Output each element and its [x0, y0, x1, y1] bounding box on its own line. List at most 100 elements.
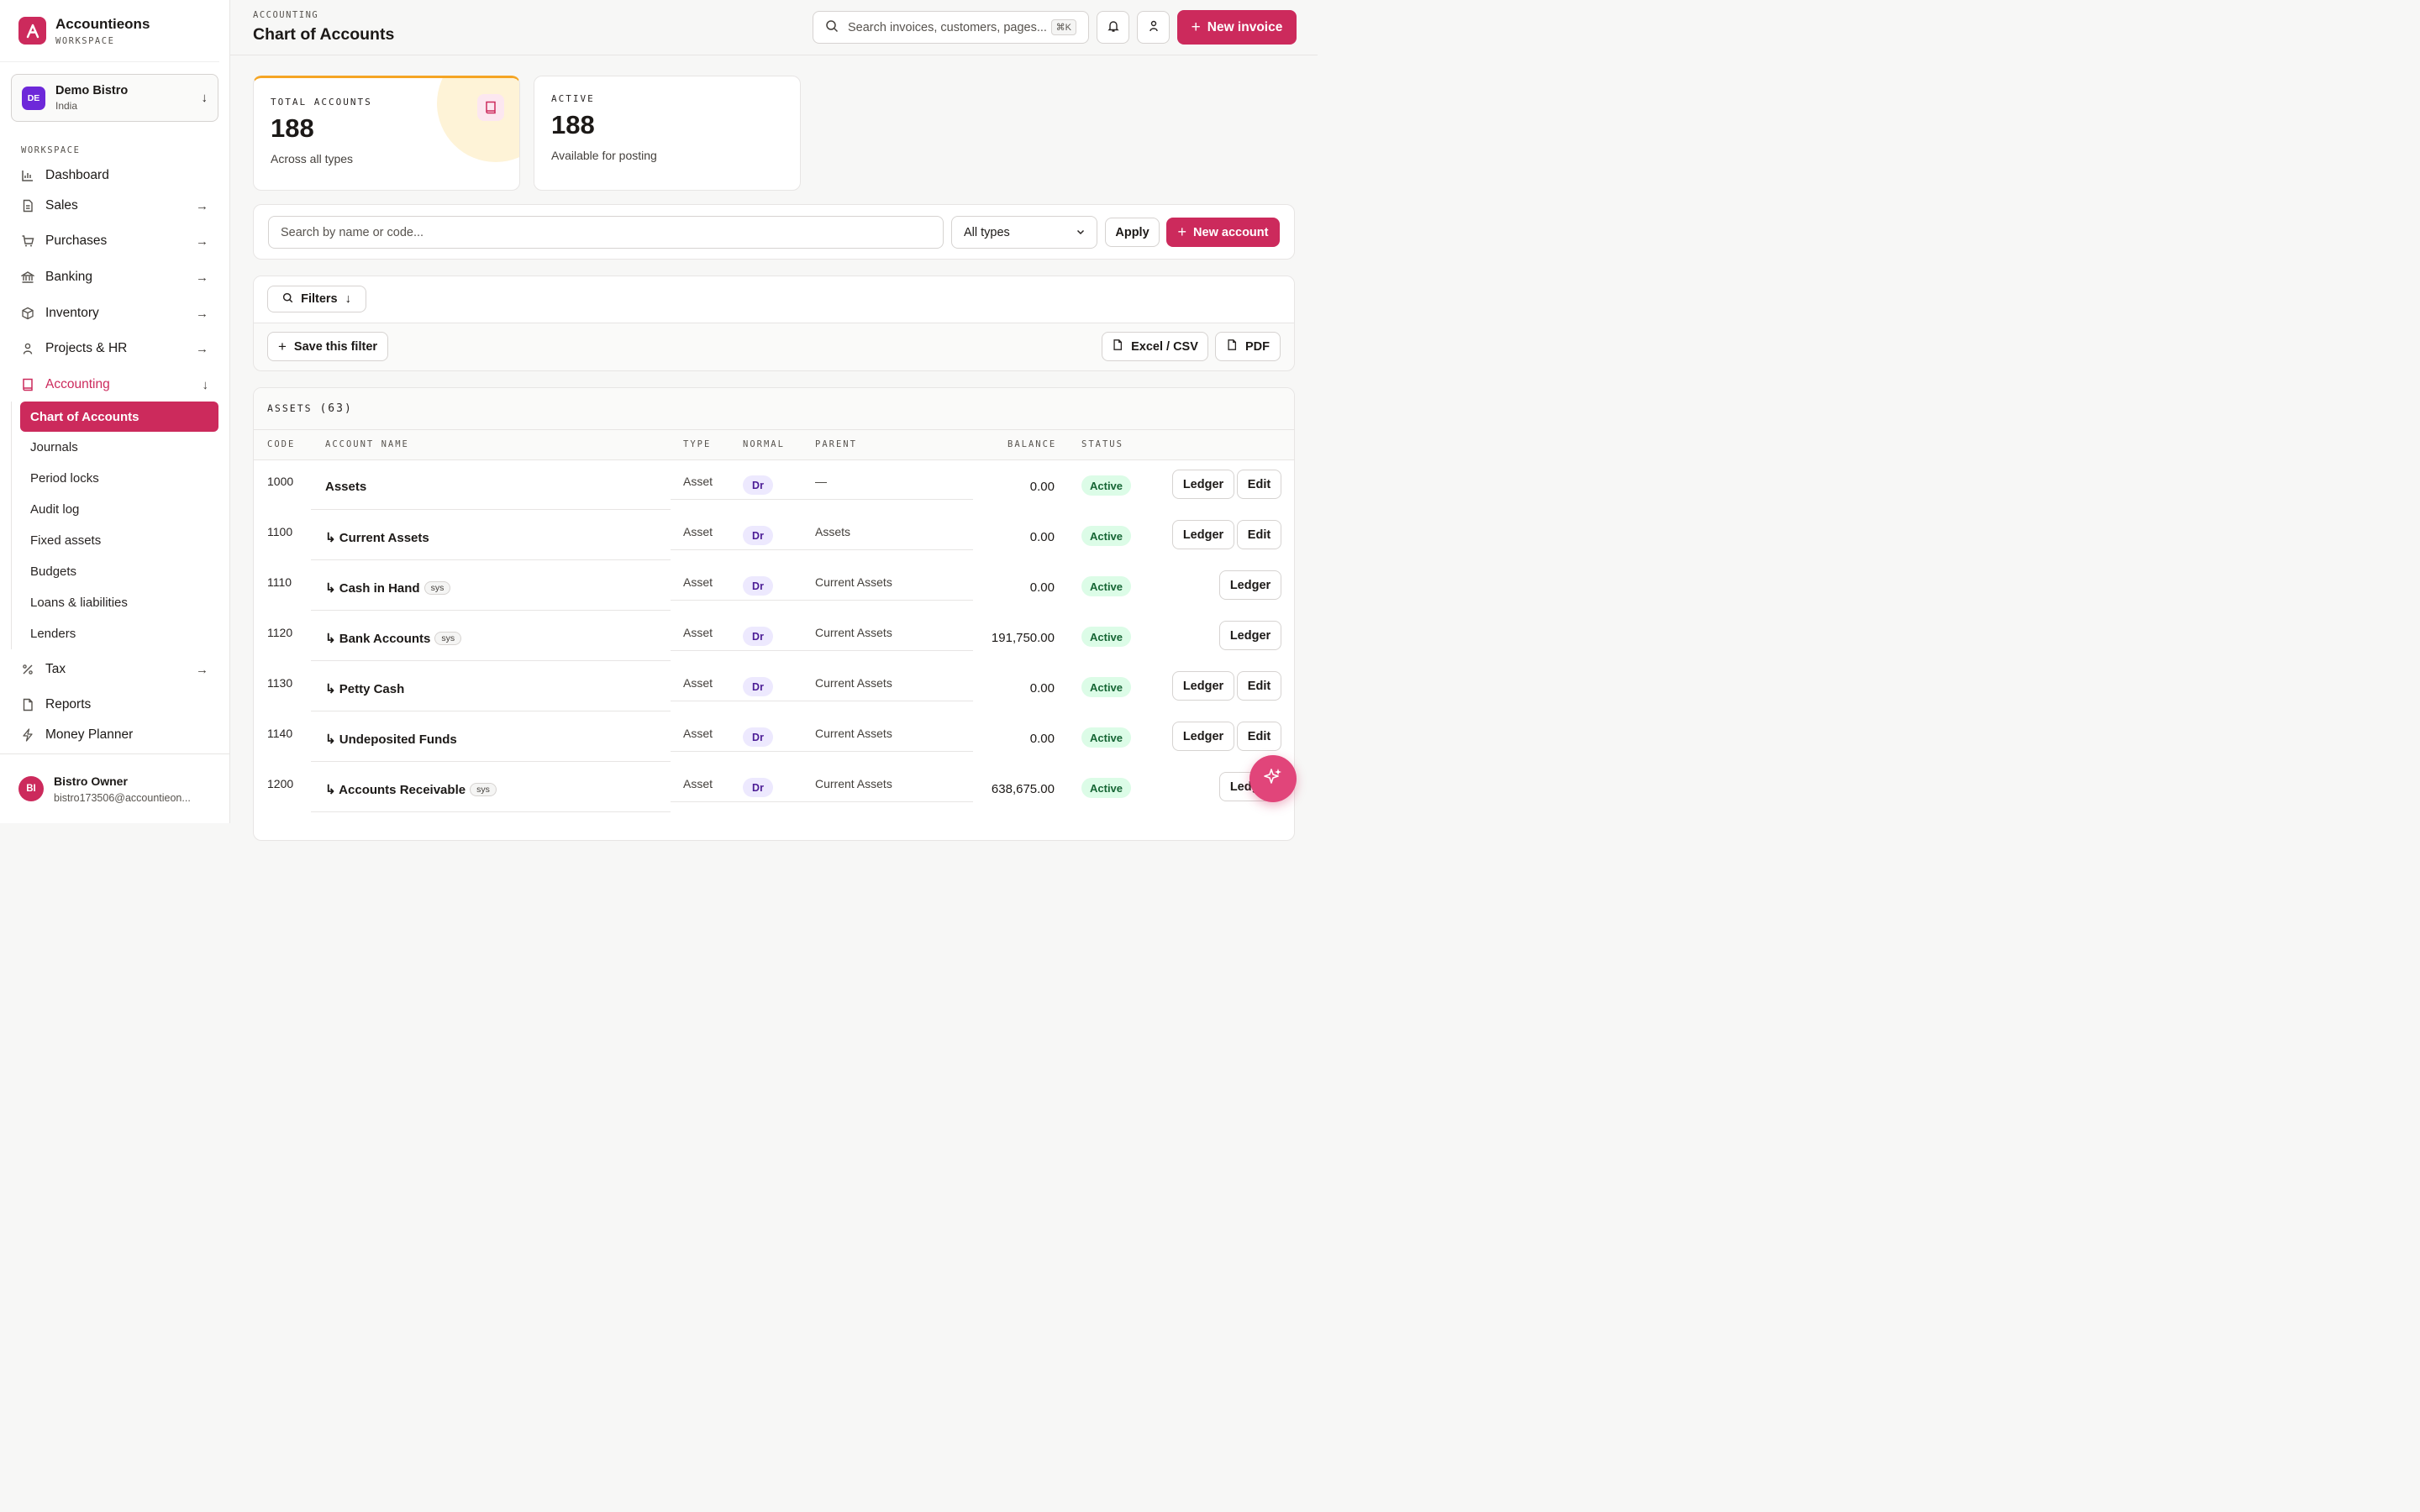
account-type: Asset — [683, 575, 713, 589]
table-row[interactable]: 1200 ↳ Accounts Receivable sys Asset Dr Curre… — [254, 762, 1295, 812]
table-row[interactable]: 1120 ↳ Bank Accounts sys Asset Dr Current Ass… — [254, 611, 1295, 661]
sidebar-item-label: Accounting — [45, 377, 110, 391]
edit-button[interactable]: Edit — [1237, 470, 1281, 499]
parent-account: — — [815, 475, 827, 488]
stat-subtext: Across all types — [271, 152, 354, 165]
sidebar-item-label: Banking — [45, 270, 93, 284]
chevron-down-icon — [1076, 226, 1085, 239]
edit-button[interactable]: Edit — [1237, 520, 1281, 549]
sidebar-item-dashboard[interactable]: Dashboard — [11, 161, 218, 190]
sidebar-item-inventory[interactable]: Inventory → — [11, 299, 218, 328]
submenu-item-budgets[interactable]: Budgets — [12, 556, 218, 587]
status-badge: Active — [1081, 778, 1132, 798]
account-name-text: ↳ Cash in Hand — [325, 581, 420, 596]
parent-account: Current Assets — [815, 727, 892, 740]
filters-header — [254, 276, 1294, 323]
sidebar-item-reports[interactable]: Reports — [11, 690, 218, 719]
submenu-item-period-locks[interactable]: Period locks — [12, 463, 218, 494]
new-invoice-label: New invoice — [1207, 19, 1283, 34]
ledger-button[interactable]: Ledger — [1219, 621, 1281, 650]
sidebar-item-banking[interactable]: Banking → — [11, 263, 218, 291]
submenu-item-audit-log[interactable]: Audit log — [12, 494, 218, 525]
edit-button[interactable]: Edit — [1237, 671, 1281, 701]
sidebar-item-label: Tax — [45, 662, 66, 676]
account-name-text: ↳ Bank Accounts — [325, 632, 431, 646]
ledger-button[interactable]: Ledger — [1172, 671, 1234, 701]
account-name[interactable]: ↳ Cash in Hand sys — [325, 580, 451, 596]
global-search-input[interactable]: Search invoices, customers, pages... ⌘K — [813, 11, 1089, 44]
sidebar-item-sales[interactable]: Sales → — [11, 192, 218, 220]
table-row[interactable]: 1130 ↳ Petty Cash Asset Dr Current Assets 0.0… — [254, 661, 1295, 711]
normal-balance-badge: Dr — [743, 727, 773, 747]
org-switcher[interactable]: DE Demo Bistro India ↓ — [11, 74, 218, 122]
sidebar-item-tax[interactable]: Tax → — [11, 655, 218, 684]
account-button[interactable] — [1137, 11, 1170, 44]
export-pdf-button[interactable]: PDF — [1215, 332, 1281, 361]
new-invoice-button[interactable]: + New invoice — [1177, 10, 1297, 45]
table-header-band — [254, 388, 1294, 460]
group-count: (63) — [319, 402, 353, 415]
breadcrumb[interactable]: ACCOUNTING — [253, 10, 318, 20]
sidebar-item-purchases[interactable]: Purchases → — [11, 227, 218, 255]
column-header-balance[interactable]: BALANCE — [1007, 439, 1056, 449]
new-account-label: New account — [1193, 225, 1269, 239]
edit-button[interactable]: Edit — [1237, 722, 1281, 751]
column-header-parent[interactable]: PARENT — [815, 439, 857, 449]
system-badge: sys — [470, 783, 497, 796]
submenu-item-loans-liabilities[interactable]: Loans & liabilities — [12, 587, 218, 618]
account-code: 1100 — [267, 525, 293, 538]
filters-button[interactable]: Filters ↓ — [267, 286, 366, 312]
column-header-account-name[interactable]: ACCOUNT NAME — [325, 439, 409, 449]
submenu-item-journals[interactable]: Journals — [12, 432, 218, 463]
column-header-normal[interactable]: NORMAL — [743, 439, 785, 449]
account-name[interactable]: ↳ Undeposited Funds — [325, 732, 457, 747]
account-name-text: ↳ Petty Cash — [325, 682, 405, 696]
ai-assistant-button[interactable] — [1249, 755, 1297, 802]
group-name: ASSETS — [267, 402, 313, 414]
table-row[interactable]: 1140 ↳ Undeposited Funds Asset Dr Current As… — [254, 711, 1295, 762]
plus-icon: + — [1177, 223, 1187, 240]
sidebar-item-projects-hr[interactable]: Projects & HR → — [11, 334, 218, 363]
sidebar-item-accounting[interactable]: Accounting ↓ — [11, 370, 218, 399]
ledger-button[interactable]: Ledger — [1172, 470, 1234, 499]
normal-balance-badge: Dr — [743, 778, 773, 797]
account-name[interactable]: Assets — [325, 480, 366, 494]
account-name[interactable]: ↳ Accounts Receivable sys — [325, 782, 497, 797]
file-icon — [1226, 339, 1238, 354]
ledger-button[interactable]: Ledger — [1172, 722, 1234, 751]
sidebar-item-money-planner[interactable]: Money Planner — [11, 721, 218, 749]
bank-icon — [21, 270, 34, 284]
column-header-type[interactable]: TYPE — [683, 439, 711, 449]
brand[interactable]: Accountieons WORKSPACE — [0, 0, 219, 62]
status-badge: Active — [1081, 727, 1132, 748]
account-search-input[interactable]: Search by name or code... — [268, 216, 944, 249]
submenu-item-chart-of-accounts[interactable]: Chart of Accounts — [20, 402, 218, 432]
type-select[interactable]: All types — [951, 216, 1097, 249]
table-row[interactable]: 1000 Assets Asset Dr — 0.00 Active Ledger Edit — [254, 459, 1295, 510]
account-name[interactable]: ↳ Current Assets — [325, 530, 429, 545]
column-header-code[interactable]: CODE — [267, 439, 295, 449]
user-profile[interactable]: BI Bistro Owner bistro173506@accountieon… — [0, 753, 230, 823]
submenu-item-fixed-assets[interactable]: Fixed assets — [12, 525, 218, 556]
brand-subtitle: WORKSPACE — [55, 35, 115, 46]
apply-button[interactable]: Apply — [1105, 218, 1160, 247]
sidebar-item-label: Projects & HR — [45, 341, 128, 355]
new-account-button[interactable]: + New account — [1166, 218, 1280, 247]
account-name[interactable]: ↳ Petty Cash — [325, 681, 404, 696]
normal-balance-badge: Dr — [743, 526, 773, 545]
chevron-down-icon: ↓ — [201, 91, 208, 105]
filters-label: Filters — [301, 292, 338, 306]
submenu-item-lenders[interactable]: Lenders — [12, 618, 218, 649]
table-row[interactable]: 1110 ↳ Cash in Hand sys Asset Dr Current Asse… — [254, 560, 1295, 611]
type-select-value: All types — [964, 225, 1010, 239]
export-excel-button[interactable]: Excel / CSV — [1102, 332, 1208, 361]
save-filter-button[interactable]: + Save this filter — [267, 332, 388, 361]
ledger-button[interactable]: Ledger — [1219, 570, 1281, 600]
ledger-button[interactable]: Ledger — [1172, 520, 1234, 549]
stat-card-active: ACTIVE 188 Available for posting — [534, 76, 801, 191]
notifications-button[interactable] — [1097, 11, 1129, 44]
table-row[interactable]: 1100 ↳ Current Assets Asset Dr Assets 0.00 Act… — [254, 510, 1295, 560]
normal-balance-badge: Dr — [743, 576, 773, 596]
account-name[interactable]: ↳ Bank Accounts sys — [325, 631, 462, 646]
column-header-status[interactable]: STATUS — [1081, 439, 1123, 449]
